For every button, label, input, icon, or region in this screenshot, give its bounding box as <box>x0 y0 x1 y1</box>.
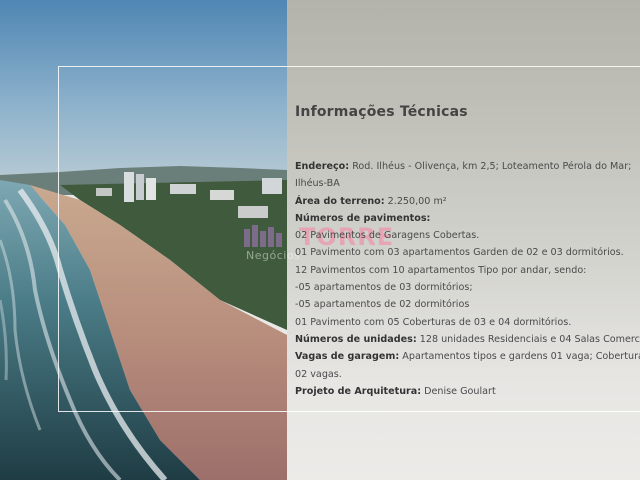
area-value: 2.250,00 m² <box>387 195 447 207</box>
floors-row: Números de pavimentos: <box>295 210 637 227</box>
address-row-cont: Ilhéus-BA <box>295 175 637 192</box>
architect-label: Projeto de Arquitetura: <box>295 385 422 397</box>
units-label: Números de unidades: <box>295 333 417 345</box>
info-lines: Endereço: Rod. Ilhéus - Olivença, km 2,5… <box>295 158 640 400</box>
floor-line: 01 Pavimento com 03 apartamentos Garden … <box>295 247 624 259</box>
floor-line: -05 apartamentos de 03 dormitórios; <box>295 282 473 294</box>
address-value: Rod. Ilhéus - Olivença, km 2,5; Loteamen… <box>352 161 632 172</box>
area-row: Área do terreno: 2.250,00 m² <box>295 193 637 210</box>
address-row: Endereço: Rod. Ilhéus - Olivença, km 2,5… <box>295 158 637 175</box>
address-label: Endereço: <box>295 161 350 172</box>
floor-line: 01 Pavimento com 05 Coberturas de 03 e 0… <box>295 316 572 328</box>
floor-line: -05 apartamentos de 02 dormitórios <box>295 299 470 311</box>
parking-row: Vagas de garagem: Apartamentos tipos e g… <box>295 348 640 365</box>
beach-photo <box>0 0 287 480</box>
area-label: Área do terreno: <box>295 195 385 207</box>
floors-label: Números de pavimentos: <box>295 212 431 224</box>
architect-row: Projeto de Arquitetura: Denise Goulart <box>295 383 637 400</box>
parking-value: Apartamentos tipos e gardens 01 vaga; Co… <box>402 351 640 363</box>
parking-value-cont: 02 vagas. <box>295 368 342 380</box>
technical-info: Informações Técnicas Endereço: Rod. Ilhé… <box>295 0 640 480</box>
address-city: Ilhéus-BA <box>295 178 340 190</box>
floor-line: 12 Pavimentos com 10 apartamentos Tipo p… <box>295 264 587 276</box>
floor-line: 02 Pavimentos de Garagens Cobertas. <box>295 230 480 242</box>
parking-row-cont: 02 vagas. <box>295 366 637 383</box>
parking-label: Vagas de garagem: <box>295 351 400 363</box>
units-row: Números de unidades: 128 unidades Reside… <box>295 331 640 348</box>
units-value: 128 unidades Residenciais e 04 Salas Com… <box>419 333 640 345</box>
architect-value: Denise Goulart <box>424 385 496 397</box>
section-title: Informações Técnicas <box>295 104 468 120</box>
